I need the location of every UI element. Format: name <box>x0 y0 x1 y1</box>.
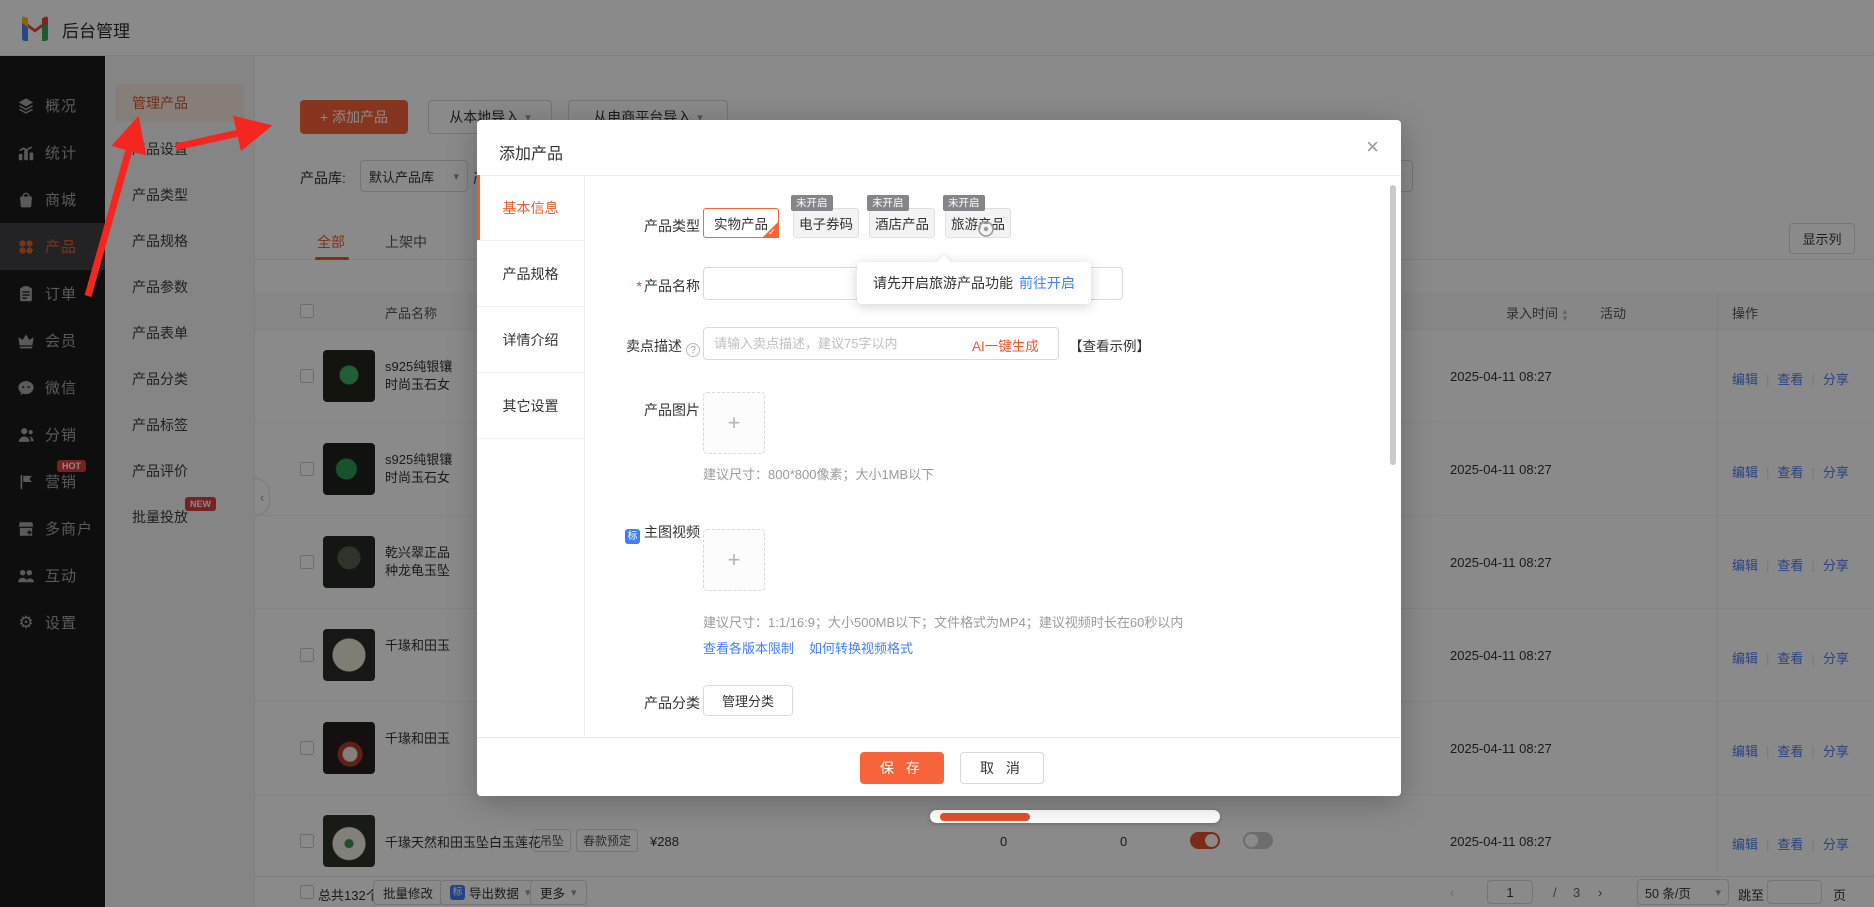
selling-point-label: 卖点描述? <box>590 336 700 357</box>
horizontal-scrollbar-thumb[interactable] <box>940 813 1030 821</box>
product-image-label: 产品图片 <box>590 400 700 420</box>
enable-now-link[interactable]: 前往开启 <box>1019 273 1075 293</box>
type-evoucher-button[interactable]: 未开启 电子券码 <box>793 208 859 238</box>
product-type-label: 产品类型 <box>590 216 700 236</box>
manage-category-button[interactable]: 管理分类 <box>703 685 793 716</box>
video-hint: 建议尺寸：1:1/16:9；大小500MB以下；文件格式为MP4；建议视频时长在… <box>703 612 1183 631</box>
modal-tab-specs[interactable]: 产品规格 <box>477 241 584 307</box>
product-category-label: 产品分类 <box>590 693 700 713</box>
save-button[interactable]: 保 存 <box>860 752 944 784</box>
modal-tab-column: 基本信息 产品规格 详情介绍 其它设置 <box>477 175 585 736</box>
not-enabled-badge: 未开启 <box>791 195 833 211</box>
required-asterisk: * <box>637 278 642 294</box>
modal-title: 添加产品 <box>499 140 563 164</box>
modal-tab-other[interactable]: 其它设置 <box>477 373 584 439</box>
type-hotel-button[interactable]: 未开启 酒店产品 <box>869 208 935 238</box>
type-physical-button[interactable]: 实物产品 ✓ <box>703 208 779 238</box>
horizontal-scrollbar[interactable] <box>930 810 1220 823</box>
close-icon[interactable]: × <box>1366 134 1379 160</box>
travel-product-tooltip: 请先开启旅游产品功能 前往开启 <box>857 262 1091 304</box>
divider <box>477 175 1401 176</box>
add-product-modal: 添加产品 × 基本信息 产品规格 详情介绍 其它设置 产品类型 实物产品 ✓ 未… <box>477 120 1401 796</box>
product-name-label: *产品名称 <box>590 276 700 296</box>
version-limits-link[interactable]: 查看各版本限制 <box>703 638 794 657</box>
help-icon[interactable]: ? <box>686 343 700 357</box>
convert-video-link[interactable]: 如何转换视频格式 <box>809 638 913 657</box>
view-example-link[interactable]: 【查看示例】 <box>1069 335 1150 355</box>
modal-tab-details[interactable]: 详情介绍 <box>477 307 584 373</box>
cancel-button[interactable]: 取 消 <box>960 752 1044 784</box>
not-enabled-badge: 未开启 <box>867 195 909 211</box>
not-enabled-badge: 未开启 <box>943 195 985 211</box>
preview-icon[interactable] <box>977 220 995 238</box>
main-video-label: 标主图视频 <box>590 522 700 544</box>
tooltip-caret <box>937 255 951 269</box>
template-badge-icon: 标 <box>625 529 640 544</box>
page: 后台管理 概况 统计 商城 产品 订单 会员 微信 <box>0 0 1874 907</box>
modal-tab-basic-info[interactable]: 基本信息 <box>477 175 584 241</box>
image-upload-box[interactable]: + <box>703 392 765 454</box>
divider <box>477 737 1401 738</box>
ai-generate-link[interactable]: AI一键生成 <box>972 335 1039 355</box>
image-hint: 建议尺寸：800*800像素；大小1MB以下 <box>703 464 934 483</box>
selected-check-icon: ✓ <box>762 221 779 238</box>
modal-scrollbar-thumb[interactable] <box>1390 185 1396 465</box>
video-upload-box[interactable]: + <box>703 529 765 591</box>
